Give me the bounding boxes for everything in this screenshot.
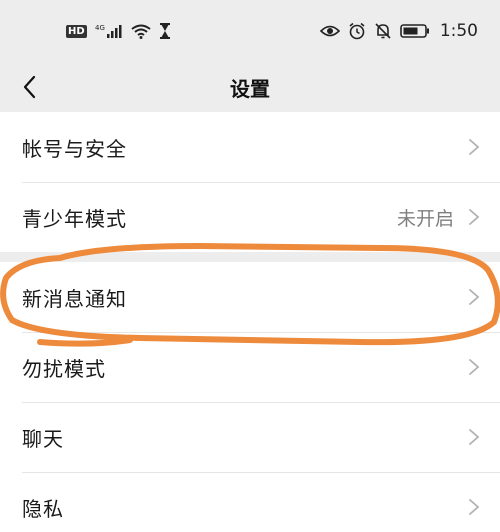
settings-item-privacy[interactable]: 隐私 <box>0 472 500 532</box>
network-type-label: 4G <box>95 24 105 32</box>
back-button[interactable] <box>14 69 44 105</box>
settings-item-account-security[interactable]: 帐号与安全 <box>0 112 500 182</box>
chevron-right-icon <box>469 139 480 155</box>
alarm-icon <box>348 22 366 40</box>
status-bar: HD 4G 1:50 <box>0 0 500 62</box>
nav-bar: 设置 <box>0 62 500 112</box>
chevron-right-icon <box>469 289 480 305</box>
wifi-icon <box>131 23 151 39</box>
status-right: 1:50 <box>319 21 478 41</box>
chevron-right-icon <box>469 209 480 225</box>
settings-group-account: 帐号与安全 青少年模式 未开启 <box>0 112 500 252</box>
chevron-right-icon <box>469 359 480 375</box>
chevron-left-icon <box>23 75 36 99</box>
settings-item-label: 聊天 <box>22 426 64 451</box>
chevron-right-icon <box>469 429 480 445</box>
settings-item-label: 帐号与安全 <box>22 136 127 161</box>
settings-item-new-message-notification[interactable]: 新消息通知 <box>0 262 500 332</box>
mute-bell-icon <box>374 22 392 40</box>
hd-icon: HD <box>66 24 87 38</box>
settings-group-general: 新消息通知 勿扰模式 聊天 隐私 <box>0 262 500 532</box>
chevron-right-icon <box>469 499 480 515</box>
settings-item-label: 新消息通知 <box>22 286 127 311</box>
page-title: 设置 <box>230 76 270 101</box>
battery-icon <box>400 23 430 39</box>
settings-item-label: 勿扰模式 <box>22 356 106 381</box>
settings-item-chat[interactable]: 聊天 <box>0 402 500 472</box>
status-time: 1:50 <box>439 21 478 41</box>
teen-mode-status: 未开启 <box>396 207 454 230</box>
signal-icon: 4G <box>95 23 123 39</box>
settings-item-teen-mode[interactable]: 青少年模式 未开启 <box>0 182 500 252</box>
settings-item-label: 隐私 <box>22 496 64 521</box>
status-left: HD 4G <box>66 23 171 39</box>
hourglass-icon <box>159 23 171 39</box>
settings-item-label: 青少年模式 <box>22 206 127 231</box>
settings-item-do-not-disturb[interactable]: 勿扰模式 <box>0 332 500 402</box>
eye-icon <box>319 24 340 38</box>
